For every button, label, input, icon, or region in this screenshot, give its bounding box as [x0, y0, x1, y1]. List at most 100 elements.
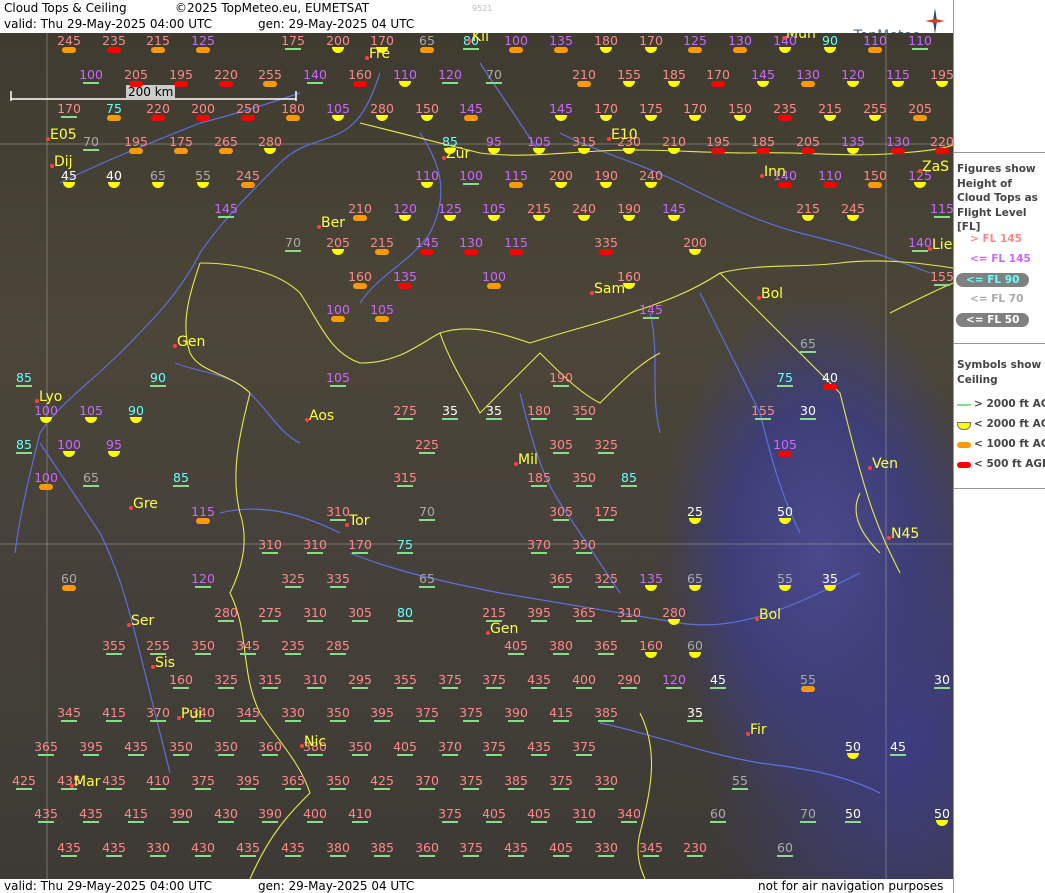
cloud-top-value: 85 [173, 470, 189, 485]
cloud-top-value: 145 [214, 201, 238, 216]
ceiling-line-symbol [800, 821, 816, 823]
ceiling-line-symbol [397, 687, 413, 689]
legend-figure-label: > FL 145 [970, 233, 1022, 245]
ceiling-line-symbol [285, 653, 301, 655]
ceiling-line-symbol [442, 821, 458, 823]
cloud-top-value: 205 [124, 67, 148, 82]
legend-figure-label: <= FL 90 [966, 274, 1020, 286]
ceiling-line-symbol [890, 754, 906, 756]
cloud-top-value: 65 [150, 168, 166, 183]
cloud-top-value: 85 [621, 470, 637, 485]
cloud-top-value: 180 [594, 33, 618, 48]
ceiling-orange-pill-symbol [331, 316, 345, 322]
cloud-top-value: 375 [459, 705, 483, 720]
cloud-top-value: 335 [326, 571, 350, 586]
cloud-top-value: 115 [504, 235, 528, 250]
ceiling-orange-pill-symbol [263, 81, 277, 87]
ceiling-line-symbol [262, 620, 278, 622]
cloud-top-value: 395 [236, 773, 260, 788]
cloud-top-value: 80 [397, 605, 413, 620]
ceiling-line-symbol [419, 855, 435, 857]
cloud-top-value: 100 [504, 33, 528, 48]
ceiling-line-symbol [16, 788, 32, 790]
cloud-top-value: 395 [527, 605, 551, 620]
ceiling-red-pill-symbol [891, 148, 905, 154]
footer-disclaimer: not for air navigation purposes [758, 879, 944, 893]
satellite-map[interactable]: 200 km 245 235 215 125 175 200 170 65 80 100 135 18… [0, 33, 953, 879]
cloud-top-value: 345 [236, 638, 260, 653]
cloud-top-value: 350 [348, 739, 372, 754]
cloud-top-value: 125 [683, 33, 707, 48]
city-label: Fir [750, 722, 767, 738]
ceiling-red-pill-symbol [353, 81, 367, 87]
ceiling-line-symbol [218, 754, 234, 756]
cloud-top-value: 245 [236, 168, 260, 183]
ceiling-line-symbol [755, 418, 771, 420]
ceiling-line-symbol [173, 821, 189, 823]
cloud-top-value: 230 [683, 840, 707, 855]
cloud-top-value: 185 [527, 470, 551, 485]
ceiling-line-symbol [576, 687, 592, 689]
cloud-top-value: 75 [397, 537, 413, 552]
cloud-top-value: 310 [572, 806, 596, 821]
cloud-top-value: 50 [777, 504, 793, 519]
ceiling-line-symbol [285, 250, 301, 252]
ceiling-line-symbol [576, 485, 592, 487]
ceiling-red-pill-symbol [801, 148, 815, 154]
cloud-top-value: 55 [732, 773, 748, 788]
cloud-top-value: 370 [438, 739, 462, 754]
cloud-top-value: 85 [16, 370, 32, 385]
cloud-top-value: 155 [617, 67, 641, 82]
cloud-top-value: 415 [124, 806, 148, 821]
cloud-top-value: 290 [617, 672, 641, 687]
city-label: Ser [131, 613, 155, 629]
cloud-top-value: 315 [572, 134, 596, 149]
ceiling-orange-pill-symbol [733, 47, 747, 53]
cloud-top-value: 365 [594, 638, 618, 653]
cloud-top-value: 375 [459, 773, 483, 788]
ceiling-line-symbol [598, 519, 614, 521]
cloud-top-value: 145 [662, 201, 686, 216]
ceiling-line-symbol [262, 552, 278, 554]
cloud-top-value: 305 [348, 605, 372, 620]
cloud-top-value: 35 [687, 705, 703, 720]
ceiling-line-symbol [83, 754, 99, 756]
cloud-top-value: 185 [662, 67, 686, 82]
cloud-top-value: 65 [800, 336, 816, 351]
legend-figure-label: <= FL 145 [970, 253, 1031, 265]
cloud-top-value: 205 [326, 235, 350, 250]
ceiling-line-symbol [106, 855, 122, 857]
cloud-top-value: 435 [102, 773, 126, 788]
cloud-top-value: 145 [639, 302, 663, 317]
ceiling-line-symbol [531, 620, 547, 622]
legend-separator [954, 152, 1045, 153]
city-label: Ber [321, 215, 345, 231]
cloud-top-value: 85 [16, 437, 32, 452]
ceiling-line-symbol [106, 788, 122, 790]
ceiling-line-symbol [598, 586, 614, 588]
cloud-top-value: 120 [393, 201, 417, 216]
ceiling-line-symbol [419, 519, 435, 521]
ceiling-orange-pill-symbol [62, 585, 76, 591]
ceiling-line-symbol [442, 754, 458, 756]
cloud-top-value: 325 [594, 571, 618, 586]
cloud-top-value: 105 [326, 101, 350, 116]
ceiling-line-symbol [397, 620, 413, 622]
cloud-top-value: 410 [348, 806, 372, 821]
city-label: Nic [304, 734, 327, 750]
ceiling-orange-pill-symbol [509, 47, 523, 53]
cloud-top-value: 25 [687, 504, 703, 519]
cloud-top-value: 175 [594, 504, 618, 519]
cloud-top-value: 45 [61, 168, 77, 183]
cloud-top-value: 50 [845, 806, 861, 821]
ceiling-line-symbol [83, 149, 99, 151]
ceiling-line-symbol [531, 418, 547, 420]
cloud-top-value: 130 [886, 134, 910, 149]
ceiling-line-symbol [576, 418, 592, 420]
cloud-top-value: 295 [348, 672, 372, 687]
ceiling-line-symbol [397, 552, 413, 554]
cloud-top-value: 310 [303, 672, 327, 687]
cloud-top-value: 190 [549, 370, 573, 385]
ceiling-orange-pill-symbol [868, 47, 882, 53]
cloud-top-value: 170 [683, 101, 707, 116]
